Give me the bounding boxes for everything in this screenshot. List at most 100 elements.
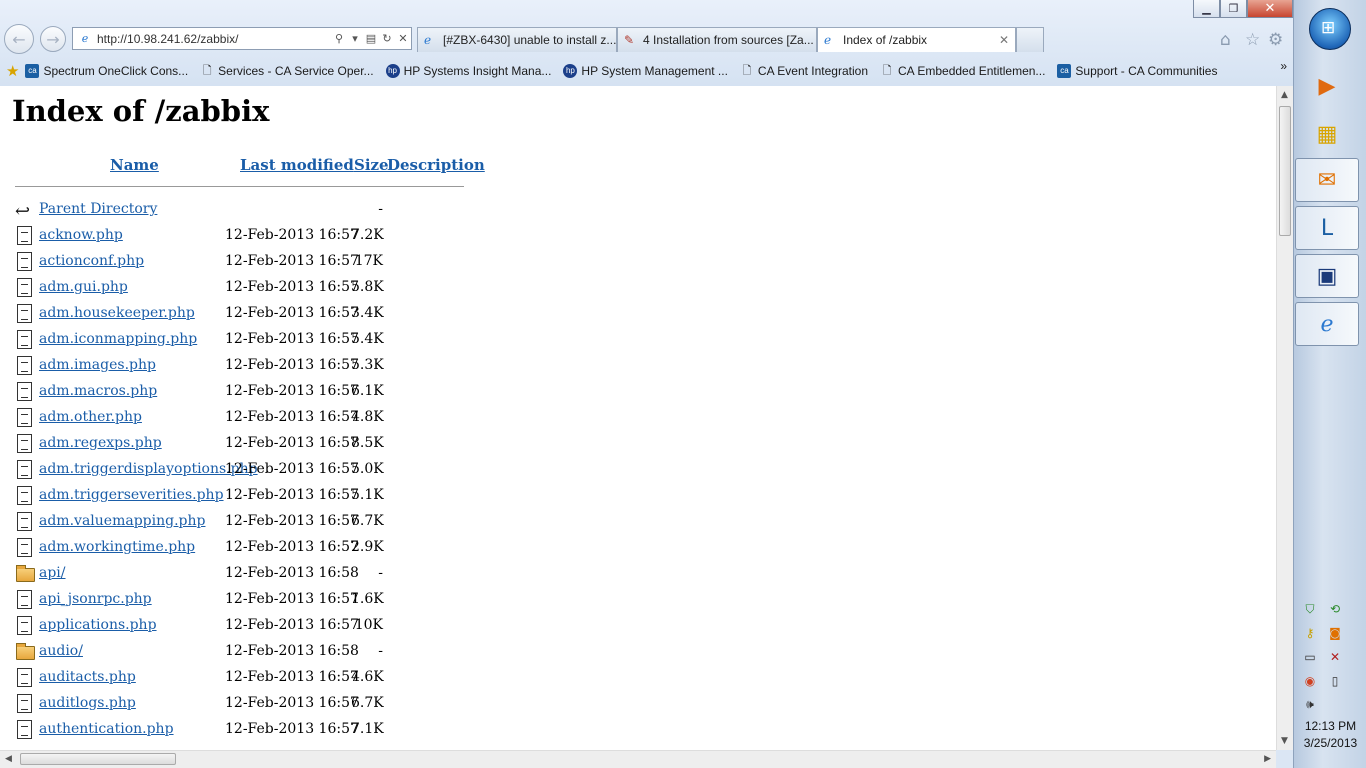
column-header-size[interactable]: Size: [354, 156, 389, 174]
key-icon[interactable]: ⚷: [1303, 626, 1317, 640]
file-row: authentication.php 12-Feb-2013 16:57 7.1K: [15, 719, 435, 741]
file-icon: [15, 485, 35, 507]
dropdown-icon[interactable]: ▾: [347, 32, 363, 45]
column-header-name[interactable]: Name: [110, 156, 159, 174]
column-header-last-modified[interactable]: Last modified: [240, 156, 354, 174]
horizontal-scrollbar[interactable]: ◀ ▶: [0, 750, 1276, 768]
close-window-button[interactable]: ✕: [1247, 0, 1293, 18]
minimize-button[interactable]: ▁: [1193, 0, 1220, 18]
file-link[interactable]: api/: [39, 565, 66, 581]
file-link[interactable]: api_jsonrpc.php: [39, 591, 152, 607]
stop-icon[interactable]: ✕: [395, 32, 411, 45]
file-link[interactable]: applications.php: [39, 617, 157, 633]
file-link[interactable]: adm.triggerseverities.php: [39, 487, 224, 503]
browser-chrome: ▁ ❐ ✕ ← → ℯ http://10.98.241.62/zabbix/ …: [0, 0, 1293, 87]
favorites-add-icon[interactable]: ★: [6, 62, 19, 80]
scroll-up-icon[interactable]: ▲: [1281, 90, 1288, 100]
file-link[interactable]: adm.iconmapping.php: [39, 331, 197, 347]
internet-explorer-icon[interactable]: ℯ: [1295, 302, 1359, 346]
new-tab-button[interactable]: [1016, 27, 1044, 52]
last-modified: 12-Feb-2013 16:57: [225, 721, 359, 737]
column-header-description[interactable]: Description: [387, 156, 485, 174]
file-icon: [15, 303, 35, 325]
file-size: 4.8K: [351, 409, 384, 425]
file-link[interactable]: acknow.php: [39, 227, 123, 243]
monitor-icon[interactable]: ▭: [1303, 650, 1317, 664]
address-input[interactable]: http://10.98.241.62/zabbix/: [97, 32, 331, 46]
gear-icon[interactable]: ⚙: [1268, 30, 1283, 50]
last-modified: 12-Feb-2013 16:58: [225, 643, 359, 659]
file-link[interactable]: adm.regexps.php: [39, 435, 162, 451]
file-link[interactable]: adm.gui.php: [39, 279, 128, 295]
remote-desktop-icon[interactable]: ▣: [1295, 254, 1359, 298]
outlook-icon[interactable]: ✉: [1295, 158, 1359, 202]
file-link[interactable]: adm.housekeeper.php: [39, 305, 195, 321]
favorite-ca-service[interactable]: 🗋 Services - CA Service Oper...: [200, 63, 374, 78]
last-modified: 12-Feb-2013 16:58: [225, 565, 359, 581]
file-link[interactable]: auditacts.php: [39, 669, 136, 685]
horizontal-scroll-thumb[interactable]: [20, 753, 176, 765]
start-button[interactable]: ⊞: [1309, 8, 1351, 50]
scroll-down-icon[interactable]: ▼: [1281, 736, 1288, 746]
file-link[interactable]: auditlogs.php: [39, 695, 136, 711]
folder-row: audio/12-Feb-2013 16:58 -: [15, 641, 435, 663]
scroll-left-icon[interactable]: ◀: [5, 754, 12, 764]
file-link[interactable]: actionconf.php: [39, 253, 144, 269]
favorite-label: Services - CA Service Oper...: [218, 63, 374, 78]
file-size: 6.1K: [351, 383, 384, 399]
file-icon: [15, 433, 35, 455]
tab-index-zabbix[interactable]: ℯ Index of /zabbix ✕: [817, 27, 1016, 52]
parent-directory-row: ↩ Parent Directory -: [15, 199, 435, 222]
file-link[interactable]: audio/: [39, 643, 83, 659]
network-error-icon[interactable]: ✕: [1328, 650, 1342, 664]
favorites-star-icon[interactable]: ☆: [1245, 30, 1260, 50]
home-icon[interactable]: ⌂: [1220, 30, 1231, 50]
vertical-scrollbar[interactable]: ▲ ▼: [1276, 86, 1293, 750]
ie-page-icon: ℯ: [424, 33, 432, 47]
tab-zbx-issue[interactable]: ℯ [#ZBX-6430] unable to install z...: [417, 27, 617, 52]
file-link[interactable]: adm.valuemapping.php: [39, 513, 205, 529]
favorite-hp-sim[interactable]: hp HP Systems Insight Mana...: [385, 63, 551, 78]
volume-icon[interactable]: 🕪: [1303, 697, 1317, 711]
file-link[interactable]: adm.workingtime.php: [39, 539, 195, 555]
tab-installation[interactable]: ✎ 4 Installation from sources [Za...: [617, 27, 817, 52]
last-modified: 12-Feb-2013 16:57: [225, 461, 359, 477]
file-link[interactable]: authentication.php: [39, 721, 174, 737]
favorite-hp-smh[interactable]: hp HP System Management ...: [563, 63, 728, 78]
favorite-ca-support[interactable]: ca Support - CA Communities: [1057, 63, 1217, 78]
address-bar[interactable]: ℯ http://10.98.241.62/zabbix/ ⚲ ▾ ▤ ↻ ✕: [72, 27, 412, 50]
media-player-icon[interactable]: ▶: [1295, 64, 1359, 108]
file-row: adm.gui.php 12-Feb-2013 16:57 5.8K: [15, 277, 435, 299]
file-size: 3.4K: [351, 305, 384, 321]
favorite-spectrum[interactable]: ca Spectrum OneClick Cons...: [25, 63, 188, 78]
network-icon[interactable]: ⛉: [1303, 602, 1317, 616]
file-row: adm.workingtime.php 12-Feb-2013 16:57 2.9K: [15, 537, 435, 559]
sync-icon[interactable]: ⟲: [1328, 602, 1342, 616]
lync-icon[interactable]: L: [1295, 206, 1359, 250]
file-link[interactable]: Parent Directory: [39, 201, 157, 217]
forward-button[interactable]: →: [40, 26, 66, 52]
file-row: adm.valuemapping.php 12-Feb-2013 16:57 6.7…: [15, 511, 435, 533]
outlook-tray-icon[interactable]: ◙: [1328, 626, 1342, 640]
chrome-icon[interactable]: ◉: [1303, 674, 1317, 688]
file-link[interactable]: adm.macros.php: [39, 383, 157, 399]
more-favorites-chevron[interactable]: »: [1280, 59, 1287, 73]
refresh-icon[interactable]: ↻: [379, 32, 395, 45]
file-link[interactable]: adm.other.php: [39, 409, 142, 425]
restore-button[interactable]: ❐: [1220, 0, 1247, 18]
scroll-right-icon[interactable]: ▶: [1264, 754, 1271, 764]
favorite-ca-embedded[interactable]: 🗋 CA Embedded Entitlemen...: [880, 64, 1046, 78]
favorite-ca-event[interactable]: 🗋 CA Event Integration: [740, 64, 868, 78]
close-tab-icon[interactable]: ✕: [999, 33, 1009, 47]
file-size: 10K: [354, 617, 383, 633]
compat-view-icon[interactable]: ▤: [363, 32, 379, 45]
file-link[interactable]: adm.images.php: [39, 357, 156, 373]
search-icon[interactable]: ⚲: [331, 32, 347, 45]
battery-icon[interactable]: ▯: [1328, 674, 1342, 688]
file-explorer-icon[interactable]: ▦: [1295, 112, 1359, 156]
clock[interactable]: 12:13 PM 3/25/2013: [1294, 718, 1366, 752]
vertical-scroll-thumb[interactable]: [1279, 106, 1291, 236]
file-row: adm.macros.php 12-Feb-2013 16:57 6.1K: [15, 381, 435, 403]
back-button[interactable]: ←: [4, 24, 34, 54]
file-size: 7.1K: [351, 721, 384, 737]
